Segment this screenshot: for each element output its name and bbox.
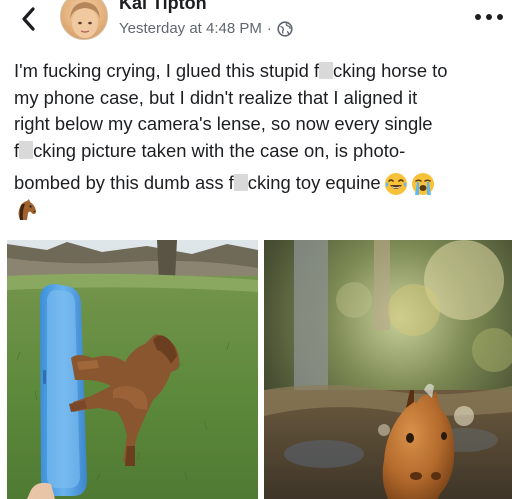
chevron-left-icon [22,7,35,31]
post-text-emoji-line [14,198,504,229]
avatar-face [70,2,100,38]
post-photo-left[interactable] [7,240,258,499]
author-name[interactable]: Kai Tipton [119,0,207,14]
post-meta: Yesterday at 4:48 PM · [119,20,293,37]
phone-with-toy-horse-photo [7,240,258,499]
censor-block: ██ [319,61,334,80]
post-text: I'm fucking crying, I glued this stupid … [14,58,504,228]
post-text-last-line: bombed by this dumb ass f██cking toy equ… [14,170,504,197]
globe-icon [277,20,293,37]
loudly-crying-emoji [411,173,434,196]
post-text-line: f██cking picture taken with the case on,… [14,139,406,161]
more-options-icon [475,14,481,20]
censor-block: ██ [233,173,248,192]
more-options-button[interactable] [475,8,503,26]
censor-block: ██ [19,141,34,159]
post-text-line: my phone case, but I didn't realize that… [14,86,418,108]
timestamp[interactable]: Yesterday at 4:48 PM [119,20,262,37]
post-text-line: I'm fucking crying, I glued this stupid … [14,60,448,81]
post-text-line: bombed by this dumb ass f██cking toy equ… [14,172,381,193]
more-options-dot [486,14,492,20]
horse-face-emoji [18,198,36,220]
meta-separator: · [266,20,272,37]
post-header: Kai Tipton Yesterday at 4:48 PM · [0,0,512,46]
toy-horse-photobomb-photo [264,240,512,499]
post-text-line: right below my camera's lense, so now ev… [14,113,433,134]
avatar[interactable] [60,0,108,40]
back-button[interactable] [16,4,40,34]
more-options-dot [497,14,503,20]
tears-of-joy-emoji [384,173,407,196]
post-photo-right[interactable] [264,240,512,499]
